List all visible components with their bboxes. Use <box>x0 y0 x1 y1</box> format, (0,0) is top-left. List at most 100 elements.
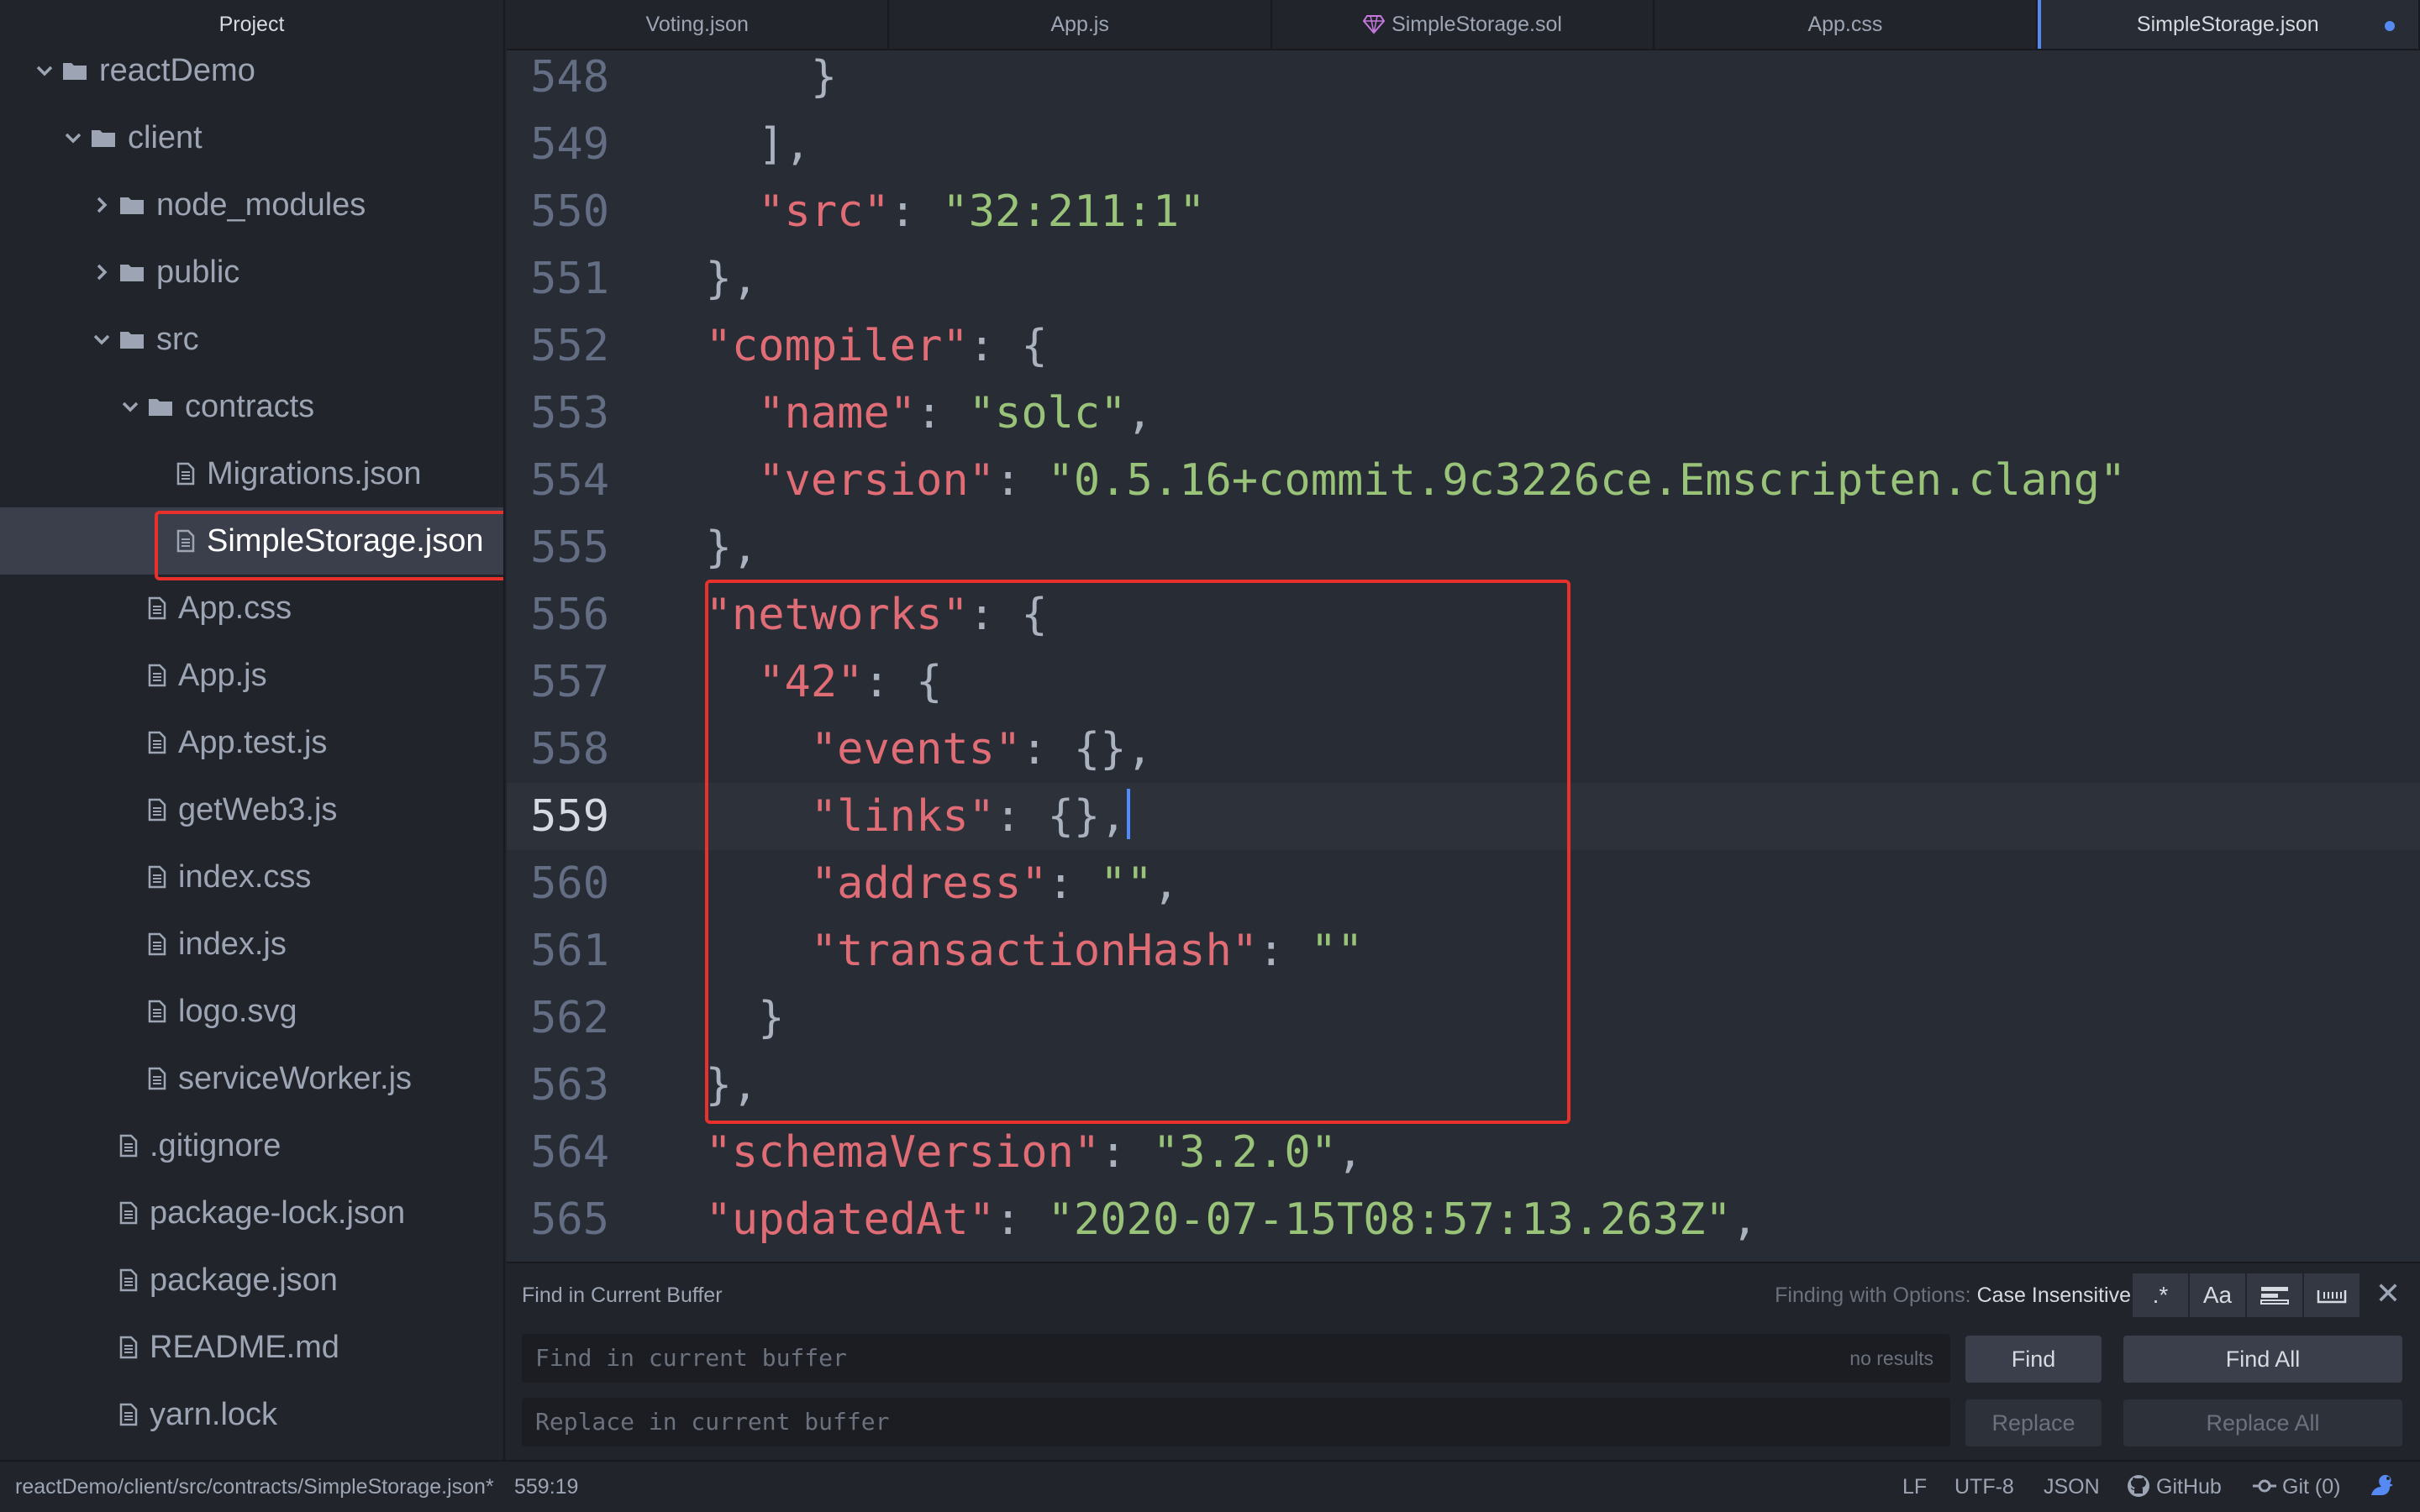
code-line[interactable]: 549 ], <box>507 111 2420 178</box>
line-number: 554 <box>530 455 609 506</box>
code-line[interactable]: 551 }, <box>507 245 2420 312</box>
code-line[interactable]: 553 "name": "solc", <box>507 380 2420 447</box>
tree-file-app-css[interactable]: App.css <box>0 575 503 642</box>
chevron-down-icon[interactable] <box>35 61 54 80</box>
tree-file-getweb3-js[interactable]: getWeb3.js <box>0 776 503 843</box>
tree-item-label: App.css <box>178 590 292 626</box>
tree-item-label: logo.svg <box>178 993 297 1029</box>
status-cursor-position[interactable]: 559:19 <box>514 1462 578 1512</box>
code-line[interactable]: 560 "address": "", <box>507 850 2420 917</box>
in-selection-toggle-button[interactable] <box>2247 1273 2304 1317</box>
tree-folder-contracts[interactable]: contracts <box>0 373 503 440</box>
tree-file-serviceworker-js[interactable]: serviceWorker.js <box>0 1045 503 1112</box>
tree-folder-public[interactable]: public <box>0 239 503 306</box>
replace-button[interactable]: Replace <box>1965 1399 2102 1446</box>
replace-all-button[interactable]: Replace All <box>2123 1399 2402 1446</box>
tree-item-label: App.js <box>178 657 267 693</box>
code-line[interactable]: 548 } <box>507 50 2420 111</box>
tab-simplestorage-json[interactable]: SimpleStorage.json <box>2037 0 2420 49</box>
tab-app-css[interactable]: App.css <box>1655 0 2038 49</box>
find-input[interactable]: Find in current buffer no results <box>522 1334 1950 1383</box>
line-number: 551 <box>530 254 609 304</box>
find-options-description: Finding with Options: Case Insensitive <box>1775 1284 2131 1308</box>
line-code: "events": {}, <box>810 724 1153 774</box>
find-input-placeholder: Find in current buffer <box>535 1344 847 1372</box>
tree-file-package-lock-json[interactable]: package-lock.json <box>0 1179 503 1247</box>
modified-indicator-icon <box>2385 21 2396 31</box>
tree-file-yarn-lock[interactable]: yarn.lock <box>0 1381 503 1448</box>
tree-file-app-js[interactable]: App.js <box>0 642 503 709</box>
whole-word-toggle-button[interactable] <box>2304 1273 2361 1317</box>
code-line[interactable]: 563 }, <box>507 1052 2420 1119</box>
tree-folder-client[interactable]: client <box>0 104 503 171</box>
replace-input[interactable]: Replace in current buffer <box>522 1398 1950 1446</box>
code-line[interactable]: 556 "networks": { <box>507 581 2420 648</box>
replace-input-placeholder: Replace in current buffer <box>535 1408 890 1436</box>
line-number: 564 <box>530 1127 609 1178</box>
close-icon[interactable]: ✕ <box>2371 1277 2405 1310</box>
tab-label: SimpleStorage.json <box>2136 13 2319 36</box>
tab-label: Voting.json <box>645 13 749 36</box>
line-number: 558 <box>530 724 609 774</box>
tree-file-logo-svg[interactable]: logo.svg <box>0 978 503 1045</box>
tab-app-js[interactable]: App.js <box>889 0 1272 49</box>
status-git[interactable]: Git (0) <box>2252 1462 2340 1512</box>
regex-label: .* <box>2152 1282 2169 1308</box>
find-all-button[interactable]: Find All <box>2123 1336 2402 1383</box>
status-encoding[interactable]: UTF-8 <box>1954 1462 2014 1512</box>
code-line[interactable]: 561 "transactionHash": "" <box>507 917 2420 984</box>
solidity-icon <box>1362 3 1386 52</box>
tree-file-index-js[interactable]: index.js <box>0 911 503 978</box>
code-line[interactable]: 554 "version": "0.5.16+commit.9c3226ce.E… <box>507 447 2420 514</box>
tree-folder-reactdemo[interactable]: reactDemo <box>0 37 503 104</box>
chevron-down-icon[interactable] <box>121 397 139 416</box>
chevron-down-icon[interactable] <box>64 129 82 147</box>
tab-voting-json[interactable]: Voting.json <box>507 0 890 49</box>
line-number: 556 <box>530 590 609 640</box>
status-file-path[interactable]: reactDemo/client/src/contracts/SimpleSto… <box>15 1462 494 1512</box>
tree-item-label: getWeb3.js <box>178 791 338 827</box>
status-squirrel[interactable] <box>2368 1462 2402 1512</box>
tree-item-label: Migrations.json <box>207 455 422 491</box>
code-editor[interactable]: 548 } 549 ], 550 "src": "32:211:1" 551 }, 55… <box>507 50 2420 1262</box>
tree-file-app-test-js[interactable]: App.test.js <box>0 709 503 776</box>
case-label: Aa <box>2202 1282 2233 1308</box>
code-line[interactable]: 552 "compiler": { <box>507 312 2420 380</box>
tab-simplestorage-sol[interactable]: SimpleStorage.sol <box>1272 0 1655 49</box>
code-line[interactable]: 558 "events": {}, <box>507 716 2420 783</box>
tree-item-label: src <box>156 321 199 357</box>
chevron-right-icon[interactable] <box>92 263 111 281</box>
tree-item-label: public <box>156 254 240 290</box>
line-code: "src": "32:211:1" <box>758 186 1206 237</box>
code-line[interactable]: 559 "links": {}, <box>507 783 2420 850</box>
tree-item-label: reactDemo <box>99 52 255 88</box>
tree-item-label: package.json <box>150 1262 338 1298</box>
code-line[interactable]: 565 "updatedAt": "2020-07-15T08:57:13.26… <box>507 1186 2420 1253</box>
status-line-ending[interactable]: LF <box>1902 1462 1927 1512</box>
tree-file-migrations-json[interactable]: Migrations.json <box>0 440 503 507</box>
tree-item-label: README.md <box>150 1329 339 1365</box>
tree-file-package-json[interactable]: package.json <box>0 1247 503 1314</box>
tree-folder-node-modules[interactable]: node_modules <box>0 171 503 239</box>
find-button[interactable]: Find <box>1965 1336 2102 1383</box>
code-line[interactable]: 555 }, <box>507 514 2420 581</box>
file-icon <box>148 1000 166 1023</box>
chevron-down-icon[interactable] <box>92 330 111 349</box>
line-code: "updatedAt": "2020-07-15T08:57:13.263Z", <box>705 1194 1758 1245</box>
tree-file-index-css[interactable]: index.css <box>0 843 503 911</box>
code-line[interactable]: 564 "schemaVersion": "3.2.0", <box>507 1119 2420 1186</box>
regex-toggle-button[interactable]: .* <box>2133 1273 2190 1317</box>
tree-file-simplestorage-json[interactable]: SimpleStorage.json <box>0 507 503 575</box>
line-number: 560 <box>530 858 609 909</box>
tree-file-gitignore[interactable]: .gitignore <box>0 1112 503 1179</box>
case-sensitive-toggle-button[interactable]: Aa <box>2190 1273 2247 1317</box>
status-github[interactable]: GitHub <box>2126 1462 2222 1512</box>
tree-file-readme-md[interactable]: README.md <box>0 1314 503 1381</box>
code-line[interactable]: 562 } <box>507 984 2420 1052</box>
code-line[interactable]: 550 "src": "32:211:1" <box>507 178 2420 245</box>
tree-folder-src[interactable]: src <box>0 306 503 373</box>
code-line[interactable]: 557 "42": { <box>507 648 2420 716</box>
status-grammar[interactable]: JSON <box>2044 1462 2100 1512</box>
chevron-right-icon[interactable] <box>92 196 111 214</box>
tree-item-label: node_modules <box>156 186 366 223</box>
